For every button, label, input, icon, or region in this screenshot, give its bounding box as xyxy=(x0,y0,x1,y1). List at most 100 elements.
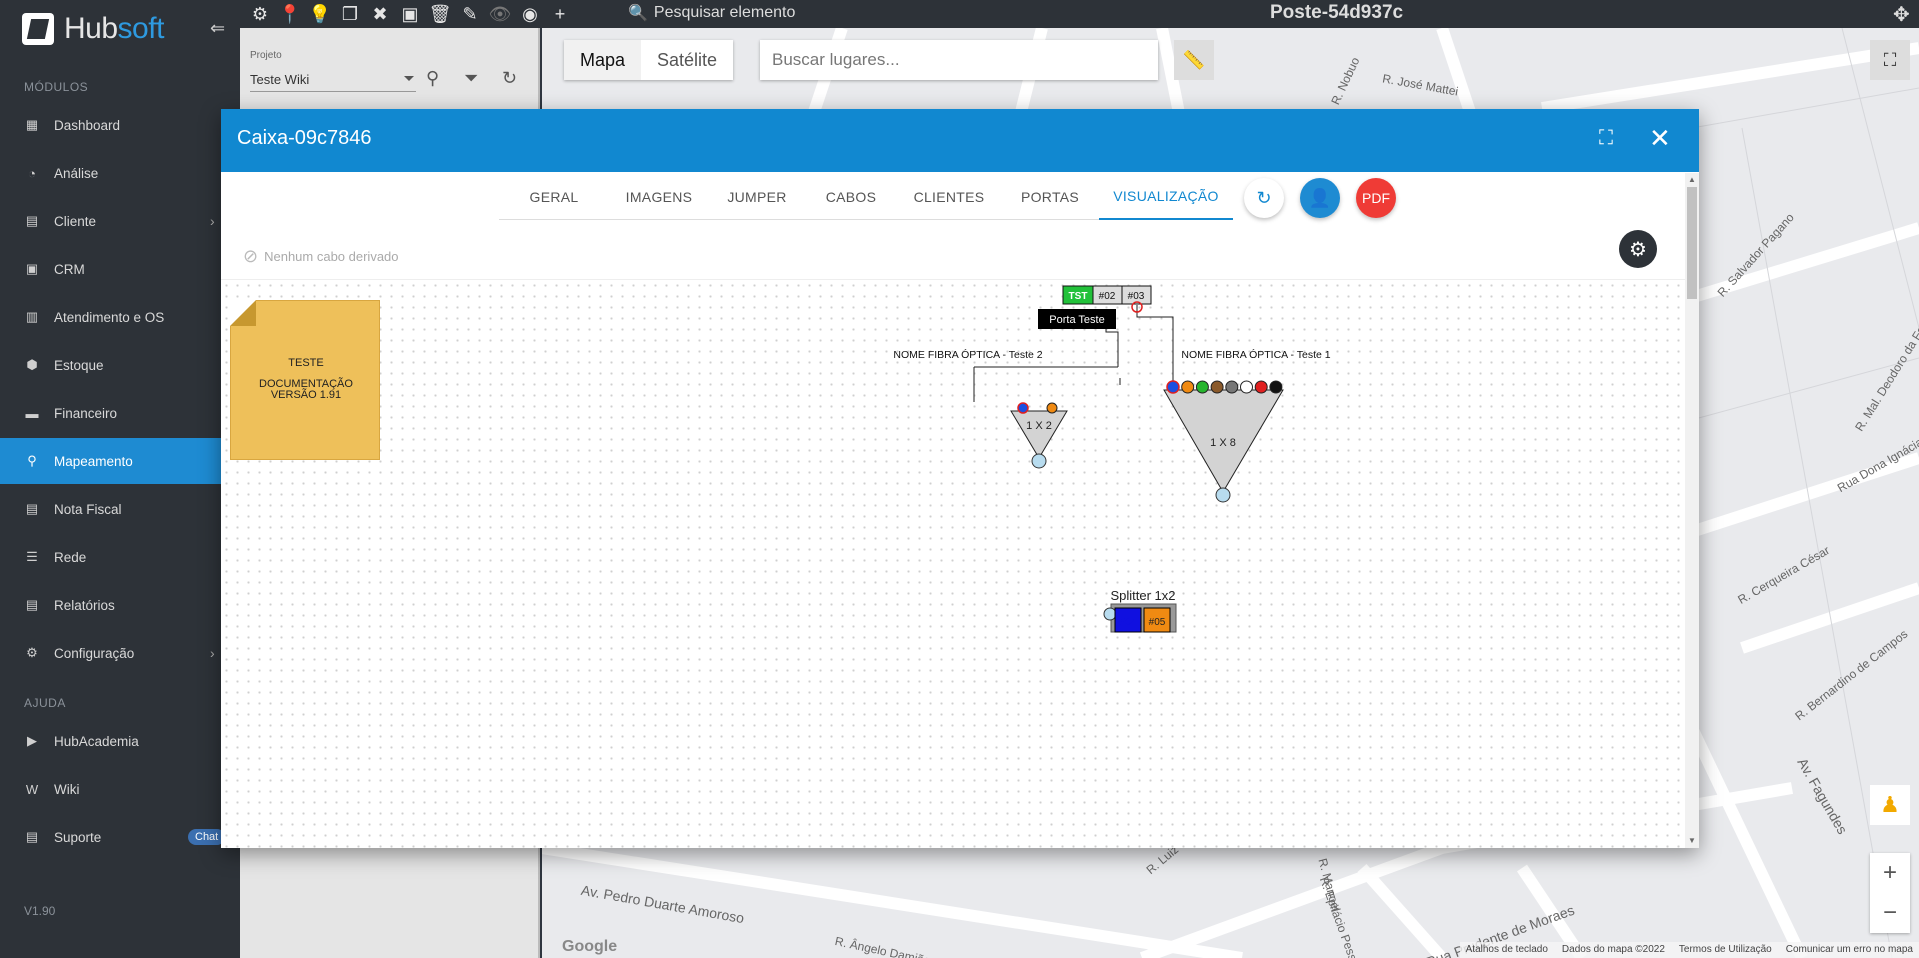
sidebar-item-financeiro[interactable]: ▬ Financeiro xyxy=(0,390,240,436)
hubsoft-logo[interactable]: Hubsoft ⇐ xyxy=(22,12,225,46)
splitter-box-port-05-label: #05 xyxy=(1149,617,1166,628)
keyboard-shortcuts-link[interactable]: Atalhos de teclado xyxy=(1466,944,1548,956)
scroll-up-icon[interactable]: ▲ xyxy=(1688,175,1696,184)
network-icon: ☰ xyxy=(26,549,38,564)
port-tooltip-text: Porta Teste xyxy=(1049,314,1104,326)
sidebar-item-relatorios[interactable]: ▤ Relatórios xyxy=(0,582,240,628)
sidebar-item-label: Nota Fiscal xyxy=(54,501,122,517)
sidebar-item-label: Estoque xyxy=(54,357,104,373)
gear-icon: ⚙ xyxy=(1629,238,1647,261)
modal-scrollbar[interactable]: ▲ ▼ xyxy=(1685,173,1699,848)
settings-button[interactable]: ⚙ xyxy=(1619,230,1657,268)
user-card-icon: 👤 xyxy=(1308,187,1332,208)
splitter-1x2-input xyxy=(1031,453,1047,469)
sidebar-item-wiki[interactable]: W Wiki xyxy=(0,766,240,812)
sidebar-item-label: Mapeamento xyxy=(54,453,133,469)
visualization-canvas[interactable]: TESTE DOCUMENTAÇÃO VERSÃO 1.91 TST #02 #… xyxy=(221,279,1685,848)
fullscreen-icon[interactable]: ⛶ xyxy=(1870,40,1910,80)
tab-geral[interactable]: GERAL xyxy=(499,173,609,220)
user-button[interactable]: 👤 xyxy=(1300,178,1340,218)
close-icon[interactable]: ✕ xyxy=(1649,123,1671,154)
report-icon: ▤ xyxy=(25,597,39,612)
fiber-output-dot xyxy=(1166,380,1180,394)
sidebar-item-label: CRM xyxy=(54,261,85,277)
sidebar-item-label: Configuração xyxy=(54,645,135,661)
map-data-label: Dados do mapa ©2022 xyxy=(1561,944,1665,955)
fiber-output-dot xyxy=(1240,380,1253,394)
location-icon[interactable]: ◉ xyxy=(518,2,542,26)
pencil-icon[interactable]: ✎ xyxy=(458,2,482,26)
sidebar-item-cliente[interactable]: ▤ Cliente › xyxy=(0,198,240,244)
expand-icon[interactable]: ⛶ xyxy=(1599,127,1613,150)
zoom-in-button[interactable]: + xyxy=(1870,853,1910,893)
section-modules: MÓDULOS xyxy=(24,80,89,94)
search-icon: 🔍 xyxy=(628,5,648,22)
sidebar-item-analise[interactable]: ◔ Análise xyxy=(0,150,240,196)
collapse-sidebar-icon[interactable]: ⇐ xyxy=(210,18,225,39)
zoom-out-button[interactable]: − xyxy=(1870,893,1910,933)
report-error-link[interactable]: Comunicar um erro no mapa xyxy=(1786,944,1913,956)
sidebar-item-mapeamento[interactable]: ⚲ Mapeamento xyxy=(0,438,221,484)
caret-down-icon xyxy=(404,76,414,81)
sidebar-item-nota-fiscal[interactable]: ▤ Nota Fiscal xyxy=(0,486,240,532)
close-circle-icon[interactable]: ✖ xyxy=(368,2,392,26)
lightbulb-icon[interactable]: 💡 xyxy=(308,2,332,26)
port-tst-label: TST xyxy=(1069,291,1088,302)
element-title: Poste-54d937c xyxy=(1270,2,1404,23)
tab-cabos[interactable]: CABOS xyxy=(805,173,897,220)
tab-visualizacao[interactable]: VISUALIZAÇÃO xyxy=(1099,173,1233,220)
sidebar-item-hubacademia[interactable]: ▶ HubAcademia xyxy=(0,718,240,764)
fiber-output-dot xyxy=(1181,380,1195,394)
refresh-button[interactable]: ↻ xyxy=(1244,178,1284,218)
scrollbar-thumb[interactable] xyxy=(1687,187,1697,299)
map-marker-icon[interactable]: 📍 xyxy=(278,2,302,26)
tab-jumper[interactable]: JUMPER xyxy=(709,173,805,220)
splitter-1x8-input xyxy=(1215,487,1231,503)
fiber-label-teste-1: NOME FIBRA ÓPTICA - Teste 1 xyxy=(1181,348,1330,361)
sidebar-item-suporte[interactable]: ▤ Suporte Chat xyxy=(0,814,240,860)
sidebar-item-label: Relatórios xyxy=(54,597,115,613)
project-label: Projeto xyxy=(250,50,282,61)
sidebar-item-configuracao[interactable]: ⚙ Configuração › xyxy=(0,630,240,676)
sidebar-item-atendimento[interactable]: ▥ Atendimento e OS xyxy=(0,294,240,340)
chat-badge[interactable]: Chat xyxy=(188,829,226,845)
sidebar-item-label: Suporte xyxy=(54,829,102,845)
filter-icon[interactable]: ⏷ xyxy=(464,68,478,89)
plus-icon[interactable]: + xyxy=(548,2,572,26)
refresh-icon[interactable]: ↻ xyxy=(502,68,517,89)
sidebar-item-label: Wiki xyxy=(54,781,80,797)
eye-icon[interactable]: 👁 xyxy=(488,2,512,26)
move-icon[interactable]: ✥ xyxy=(1893,2,1910,27)
sidebar-item-estoque[interactable]: ⬢ Estoque xyxy=(0,342,240,388)
tab-portas[interactable]: PORTAS xyxy=(1001,173,1099,220)
gear-icon[interactable]: ⚙ xyxy=(248,2,272,26)
box-modal: Caixa-09c7846 ⛶ ✕ GERAL IMAGENS JUMPER C… xyxy=(221,109,1699,848)
splitter-1x2-body[interactable] xyxy=(1010,410,1068,459)
sidebar-item-crm[interactable]: ▣ CRM xyxy=(0,246,240,292)
map-toolbar: ⚙ 📍 💡 ❐ ✖ ▣ 🗑 ✎ 👁 ◉ + xyxy=(248,2,572,26)
wiki-icon: W xyxy=(25,781,39,797)
folder-add-icon[interactable]: ▣ xyxy=(398,2,422,26)
tab-imagens[interactable]: IMAGENS xyxy=(609,173,709,220)
pdf-button[interactable]: PDF xyxy=(1356,178,1396,218)
fiber-output-dot xyxy=(1210,380,1224,394)
ruler-icon[interactable]: 📏 xyxy=(1174,40,1214,80)
element-search-input[interactable]: Pesquisar elemento xyxy=(654,4,795,22)
copy-icon[interactable]: ❐ xyxy=(338,2,362,26)
map-search-input[interactable]: Buscar lugares... xyxy=(760,40,1158,80)
google-logo: Google xyxy=(562,938,618,955)
sidebar-item-dashboard[interactable]: ▦ Dashboard xyxy=(0,102,240,148)
project-select[interactable]: Teste Wiki xyxy=(250,66,416,92)
map-type-mapa[interactable]: Mapa xyxy=(564,40,642,80)
map-type-satelite[interactable]: Satélite xyxy=(641,40,733,80)
terms-link[interactable]: Termos de Utilização xyxy=(1679,944,1772,956)
refresh-icon: ↻ xyxy=(1256,187,1272,208)
scroll-down-icon[interactable]: ▼ xyxy=(1688,836,1696,845)
pegman-icon[interactable]: ♟ xyxy=(1870,785,1910,825)
tab-clientes[interactable]: CLIENTES xyxy=(897,173,1001,220)
chat-icon: ▤ xyxy=(25,829,39,844)
sidebar-item-rede[interactable]: ☰ Rede xyxy=(0,534,240,580)
element-search[interactable]: 🔍 Pesquisar elemento xyxy=(628,3,795,23)
map-marker-icon[interactable]: ⚲ xyxy=(426,68,439,89)
trash-icon[interactable]: 🗑 xyxy=(428,2,452,26)
